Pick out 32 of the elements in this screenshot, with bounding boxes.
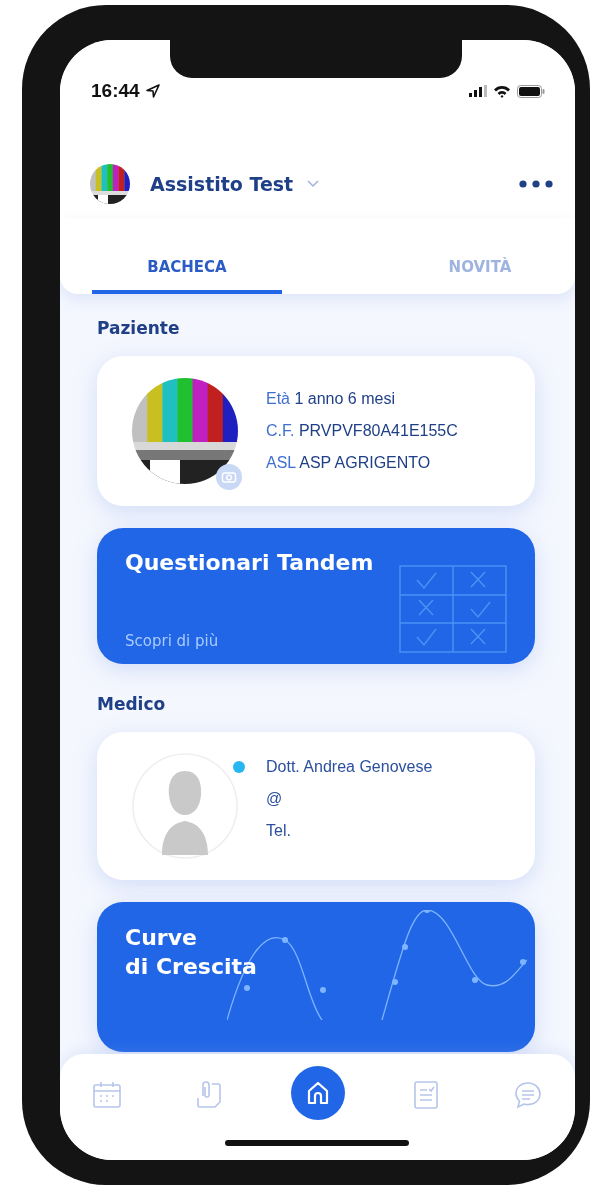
status-time: 16:44 [91,80,140,102]
questionnaire-card[interactable]: Questionari Tandem Scopri di più [97,528,535,664]
chevron-down-icon[interactable] [307,180,320,188]
person-silhouette-icon [132,753,238,859]
patient-info-line: ASL ASP AGRIGENTO [266,454,432,472]
camera-icon[interactable] [216,464,242,490]
patient-info-line: C.F. PRVPVF80A41E155C [266,422,458,440]
doctor-info-line: Dott. Andrea Genovese [266,758,433,776]
patient-card[interactable]: Età 1 anno 6 mesi C.F. PRVPVF80A41E155C ASL ASP AGRIGENTO [97,356,535,506]
tab[interactable]: BACHECA [92,258,282,294]
patient-info-line: Età 1 anno 6 mesi [266,390,396,408]
card-title: Curve di Crescita [125,924,258,981]
more-icon[interactable] [519,180,553,188]
section-heading: Medico [97,694,167,714]
patient-name[interactable]: Assistito Test [150,173,294,195]
card-title: Questionari Tandem [125,550,374,575]
patient-photo-test-pattern-icon [132,378,238,484]
doctor-info-line: Tel. [266,822,292,840]
home-nav-button[interactable] [290,1066,345,1120]
checklist-grid-icon [399,565,507,653]
calendar-icon [92,1080,122,1110]
doctor-info-line: @ [266,790,284,808]
doctor-card[interactable]: Dott. Andrea Genovese @ Tel. [97,732,535,880]
discover-more-link[interactable]: Scopri di più [125,632,374,650]
wifi-icon [493,84,511,98]
chat-bubble-icon [513,1080,543,1110]
section-heading: Paziente [97,318,181,338]
avatar-test-pattern-icon [90,164,130,204]
growth-chart-card[interactable]: Curve di Crescita [97,902,535,1052]
signal-icon [469,85,487,97]
battery-icon [517,84,545,98]
location-arrow-icon [145,84,160,98]
